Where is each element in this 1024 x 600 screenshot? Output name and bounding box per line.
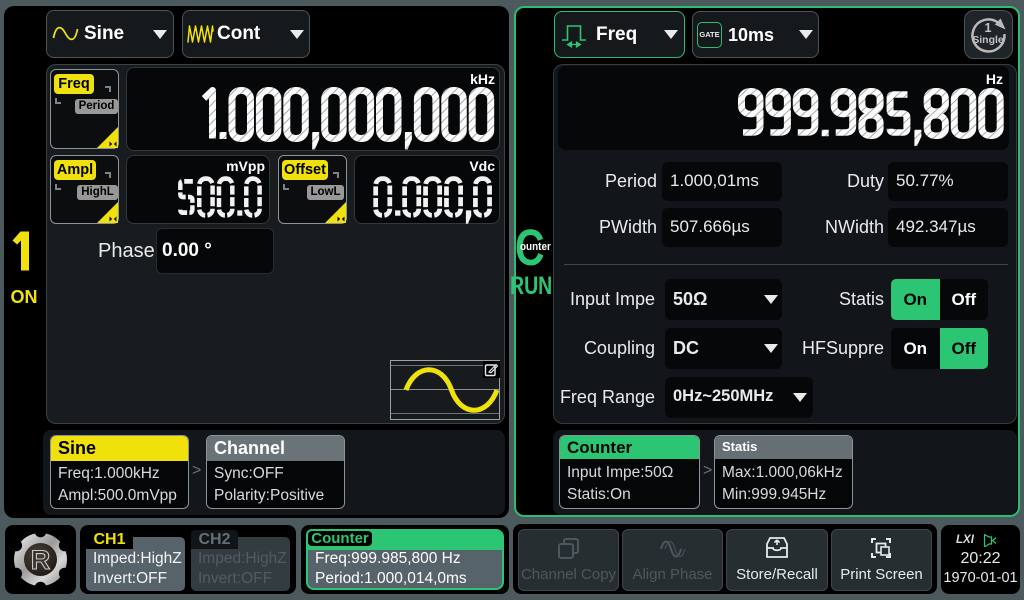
svg-text:R: R <box>31 545 51 575</box>
svg-text:1: 1 <box>985 21 992 35</box>
svg-text:Single: Single <box>972 34 1004 46</box>
